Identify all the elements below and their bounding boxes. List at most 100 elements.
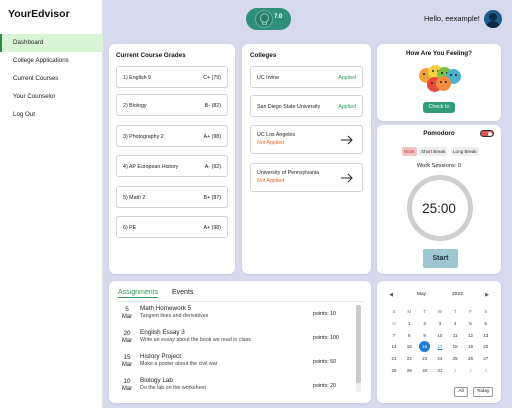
calendar-weekday: M xyxy=(407,309,412,314)
calendar-day[interactable]: 18 xyxy=(448,341,462,352)
calendar-day[interactable]: 15 xyxy=(402,341,416,352)
calendar-day[interactable]: 21 xyxy=(387,353,401,364)
grade-value: A+ (98) xyxy=(203,134,221,140)
list-item[interactable]: 15 Mar History Project Make a poster abo… xyxy=(118,353,361,377)
sidebar-item-dashboard[interactable]: Dashboard xyxy=(0,34,103,52)
pomodoro-toggle[interactable] xyxy=(480,130,494,137)
college-row[interactable]: University of Pennsylvania Not Applied xyxy=(250,163,363,192)
grade-row[interactable]: 1) English 9 C+ (79) xyxy=(116,66,228,88)
score-badge[interactable]: 7.0 xyxy=(246,8,291,30)
work-sessions: Work Sessions: 0 xyxy=(416,163,462,169)
list-item[interactable]: 5 Mar Math Homework 5 Tangent lines and … xyxy=(118,305,361,329)
sidebar-item-your-counselor[interactable]: Your Counselor xyxy=(0,88,103,106)
calendar-day[interactable]: 3 xyxy=(479,365,493,376)
calendar-day[interactable]: 1 xyxy=(402,318,416,329)
calendar-day[interactable]: 5 xyxy=(464,318,478,329)
arrow-right-icon[interactable] xyxy=(340,135,354,145)
mode-short-break[interactable]: Short Break xyxy=(419,147,448,156)
sidebar-item-log-out[interactable]: Log Out xyxy=(0,106,103,124)
user-avatar-icon[interactable] xyxy=(484,10,502,28)
assignment-points: points: 10 xyxy=(313,311,336,317)
calendar-day[interactable]: 2 xyxy=(464,365,478,376)
chevron-right-icon[interactable]: ▶ xyxy=(483,292,491,299)
calendar-day[interactable]: 28 xyxy=(387,365,401,376)
colleges-card: Colleges UC Irvine Applied San Diego Sta… xyxy=(242,44,371,274)
mode-long-break[interactable]: Long Break xyxy=(451,147,479,156)
chevron-left-icon[interactable]: ◀ xyxy=(387,292,395,299)
calendar-day[interactable]: 12 xyxy=(464,330,478,341)
check-in-button[interactable]: Check In xyxy=(423,102,455,113)
assignment-scrollbar[interactable] xyxy=(356,305,361,392)
calendar-day[interactable]: 1 xyxy=(448,365,462,376)
tab-events[interactable]: Events xyxy=(172,289,193,296)
list-item[interactable]: 10 Mar Biology Lab Do the lab on the wor… xyxy=(118,377,361,401)
college-row[interactable]: UC Irvine Applied xyxy=(250,66,363,88)
calendar-day[interactable]: 16 xyxy=(419,341,431,353)
calendar-day[interactable]: 30 xyxy=(387,318,401,329)
calendar-day[interactable]: 29 xyxy=(402,365,416,376)
college-name: San Diego State University xyxy=(257,104,321,110)
grade-row[interactable]: 3) Photography 2 A+ (98) xyxy=(116,125,228,147)
assignments-card: Assignments Events 5 Mar Math Homework 5… xyxy=(109,281,371,403)
calendar-year-select[interactable]: 2023 xyxy=(452,292,463,297)
calendar-day[interactable]: 26 xyxy=(464,353,478,364)
assignment-title: English Essay 3 xyxy=(140,329,185,336)
score-value: 7.0 xyxy=(274,14,283,20)
calendar-day[interactable]: 19 xyxy=(464,341,478,352)
calendar-day[interactable]: 13 xyxy=(479,330,493,341)
calendar-day[interactable]: 31 xyxy=(433,365,447,376)
grade-value: A+ (98) xyxy=(203,225,221,231)
sidebar: YourEdvisor Dashboard College Applicatio… xyxy=(0,0,103,408)
calendar-day[interactable]: 27 xyxy=(479,353,493,364)
grade-row[interactable]: 5) Math 2 B+ (87) xyxy=(116,186,228,208)
calendar-day[interactable]: 14 xyxy=(387,341,401,352)
calendar-day[interactable]: 2 xyxy=(418,318,432,329)
calendar-day[interactable]: 3 xyxy=(433,318,447,329)
calendar-day[interactable]: 8 xyxy=(402,330,416,341)
calendar-day[interactable]: 17 xyxy=(433,341,447,352)
assignment-month: Mar xyxy=(121,386,133,392)
assignment-desc: Tangent lines and derivatives xyxy=(140,313,209,319)
calendar-today-button[interactable]: Today xyxy=(473,387,493,397)
calendar-day[interactable]: 6 xyxy=(479,318,493,329)
assignment-day: 20 xyxy=(123,330,131,337)
tab-assignments[interactable]: Assignments xyxy=(118,289,159,298)
grade-value: B+ (87) xyxy=(203,195,221,201)
calendar-day[interactable]: 7 xyxy=(387,330,401,341)
calendar-day[interactable]: 20 xyxy=(479,341,493,352)
sidebar-item-college-applications[interactable]: College Applications xyxy=(0,52,103,70)
sidebar-nav: Dashboard College Applications Current C… xyxy=(0,34,103,124)
calendar-day[interactable]: 9 xyxy=(418,330,432,341)
tab-divider xyxy=(118,301,363,302)
course-grades-title: Current Course Grades xyxy=(116,52,186,59)
grade-row[interactable]: 4) AP European History A- (92) xyxy=(116,155,228,177)
sidebar-item-current-courses[interactable]: Current Courses xyxy=(0,70,103,88)
grade-value: C+ (79) xyxy=(203,75,221,81)
college-row[interactable]: San Diego State University Applied xyxy=(250,95,363,117)
grade-row[interactable]: 2) Biology B- (82) xyxy=(116,94,228,116)
college-status: Not Applied xyxy=(257,178,285,184)
list-item[interactable]: 20 Mar English Essay 3 Write an essay ab… xyxy=(118,329,361,353)
calendar-day[interactable]: 22 xyxy=(402,353,416,364)
calendar-day[interactable]: 11 xyxy=(448,330,462,341)
start-button[interactable]: Start xyxy=(423,249,458,268)
assignment-list: 5 Mar Math Homework 5 Tangent lines and … xyxy=(118,305,361,401)
mode-work[interactable]: Work xyxy=(402,147,417,156)
pomodoro-card: Pomodoro Work Short Break Long Break Wor… xyxy=(377,125,501,274)
calendar-day[interactable]: 10 xyxy=(433,330,447,341)
calendar-day[interactable]: 24 xyxy=(433,353,447,364)
arrow-right-icon[interactable] xyxy=(340,173,354,183)
college-row[interactable]: UC Los Angeles Not Applied xyxy=(250,125,363,154)
grade-course: 1) English 9 xyxy=(123,75,151,81)
calendar-month-select[interactable]: May xyxy=(417,292,426,297)
grade-course: 2) Biology xyxy=(123,103,147,109)
calendar-day[interactable]: 25 xyxy=(448,353,462,364)
face-upset-icon xyxy=(436,76,451,91)
grade-row[interactable]: 6) PE A+ (98) xyxy=(116,216,228,238)
calendar-day[interactable]: 30 xyxy=(418,365,432,376)
calendar-all-button[interactable]: All xyxy=(454,387,468,397)
feeling-title: How Are You Feeling? xyxy=(405,50,472,57)
calendar-day[interactable]: 4 xyxy=(448,318,462,329)
assignment-title: Math Homework 5 xyxy=(140,305,192,312)
calendar-day[interactable]: 23 xyxy=(418,353,432,364)
